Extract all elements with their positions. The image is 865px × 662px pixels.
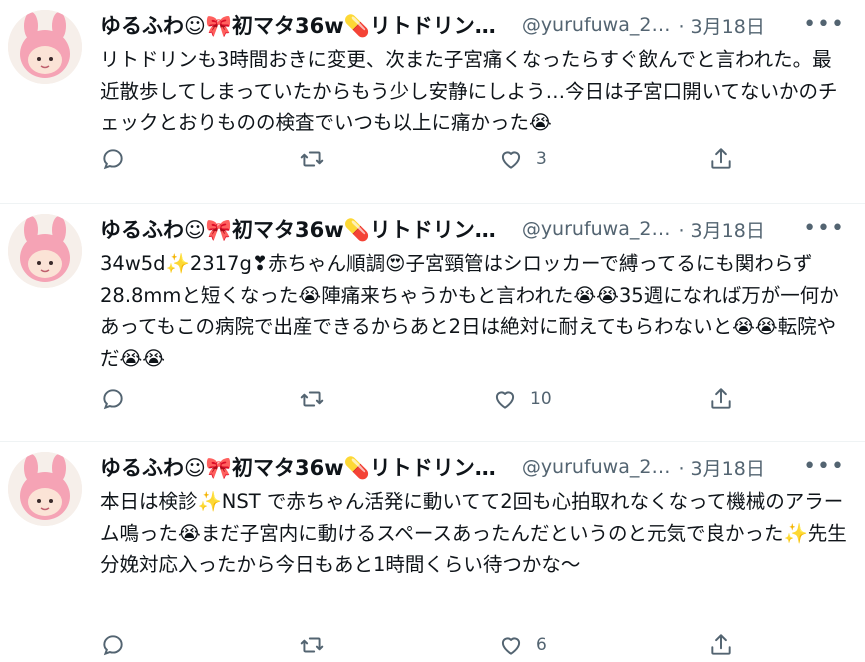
retweet-button[interactable] — [299, 146, 325, 172]
retweet-icon — [300, 637, 324, 653]
user-handle[interactable]: @yurufuwa_2… — [522, 456, 671, 478]
tweet[interactable]: ゆるふわ☺🎀初マタ36w💊リトドリン… @yurufuwa_2… · 3月18日… — [0, 204, 865, 442]
timeline-feed: ゆるふわ☺🎀初マタ36w💊リトドリン… @yurufuwa_2… · 3月18日… — [0, 0, 865, 656]
tweet-text: 本日は検診✨NST で赤ちゃん活発に動いてて2回も心拍取れなくなって機械のアラー… — [100, 490, 847, 577]
timestamp[interactable]: · 3月18日 — [678, 216, 764, 243]
retweet-button[interactable] — [299, 632, 325, 658]
share-icon — [711, 634, 731, 655]
reply-icon — [103, 389, 123, 410]
like-button[interactable]: 6 — [498, 632, 547, 658]
heart-icon — [501, 151, 521, 169]
more-options-icon[interactable]: ••• — [803, 12, 845, 37]
bunny-avatar-icon — [8, 452, 82, 526]
heart-icon — [495, 391, 515, 409]
timestamp[interactable]: · 3月18日 — [678, 454, 764, 481]
user-handle[interactable]: @yurufuwa_2… — [522, 14, 671, 36]
tweet[interactable]: ゆるふわ☺🎀初マタ36w💊リトドリン… @yurufuwa_2… · 3月18日… — [0, 442, 865, 656]
reply-button[interactable] — [100, 146, 126, 172]
like-button[interactable]: 10 — [492, 386, 552, 412]
avatar[interactable] — [8, 214, 82, 288]
heart-icon — [501, 637, 521, 655]
reply-icon — [103, 635, 123, 656]
avatar[interactable] — [8, 10, 82, 84]
retweet-icon — [300, 151, 324, 167]
retweet-icon — [300, 391, 324, 407]
avatar[interactable] — [8, 452, 82, 526]
share-icon — [711, 148, 731, 169]
display-name[interactable]: ゆるふわ☺🎀初マタ36w💊リトドリン… — [100, 452, 496, 482]
share-button[interactable] — [708, 386, 734, 412]
retweet-button[interactable] — [299, 386, 325, 412]
tweet-text: リトドリンも3時間おきに変更、次また子宮痛くなったらすぐ飲んでと言われた。最近散… — [100, 48, 838, 135]
tweet[interactable]: ゆるふわ☺🎀初マタ36w💊リトドリン… @yurufuwa_2… · 3月18日… — [0, 0, 865, 204]
display-name[interactable]: ゆるふわ☺🎀初マタ36w💊リトドリン… — [100, 214, 496, 244]
reply-button[interactable] — [100, 386, 126, 412]
like-count: 6 — [536, 635, 547, 655]
bunny-avatar-icon — [8, 214, 82, 288]
reply-button[interactable] — [100, 632, 126, 658]
share-button[interactable] — [708, 632, 734, 658]
like-button[interactable]: 3 — [498, 146, 547, 172]
tweet-text: 34w5d✨2317g❣赤ちゃん順調😍子宮頸管はシロッカーで縛ってるにも関わらず… — [100, 252, 839, 370]
like-count: 10 — [530, 389, 552, 409]
more-options-icon[interactable]: ••• — [803, 216, 845, 241]
bunny-avatar-icon — [8, 10, 82, 84]
share-button[interactable] — [708, 146, 734, 172]
like-count: 3 — [536, 149, 547, 169]
user-handle[interactable]: @yurufuwa_2… — [522, 218, 671, 240]
share-icon — [711, 388, 731, 409]
display-name[interactable]: ゆるふわ☺🎀初マタ36w💊リトドリン… — [100, 10, 496, 40]
timestamp[interactable]: · 3月18日 — [678, 12, 764, 39]
more-options-icon[interactable]: ••• — [803, 454, 845, 479]
reply-icon — [103, 149, 123, 170]
